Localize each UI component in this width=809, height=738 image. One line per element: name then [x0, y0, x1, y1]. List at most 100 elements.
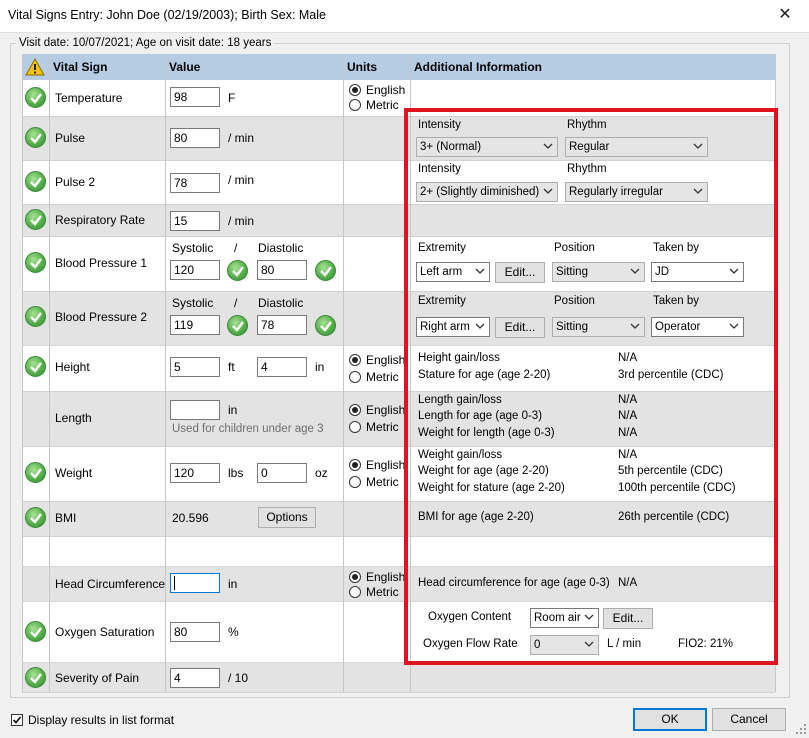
length-metric-radio[interactable] — [349, 421, 361, 433]
temperature-metric-radio[interactable] — [349, 99, 361, 111]
length-input[interactable] — [170, 400, 220, 420]
english-label: English — [366, 83, 406, 97]
column-header-additional: Additional Information — [410, 54, 775, 80]
metric-label: Metric — [366, 585, 399, 599]
oxygen-unit: % — [228, 625, 239, 639]
length-hint: Used for children under age 3 — [172, 423, 324, 435]
bp2-diastolic-input[interactable]: 78 — [257, 315, 307, 335]
bp1-slash: / — [234, 241, 238, 255]
height-in-unit: in — [315, 360, 325, 374]
label-pulse2: Pulse 2 — [55, 175, 96, 189]
check-icon — [25, 127, 46, 148]
temperature-english-radio[interactable] — [349, 84, 361, 96]
weight-oz-input[interactable]: 0 — [257, 463, 307, 483]
checkmark-icon — [12, 716, 22, 724]
height-ft-input[interactable]: 5 — [170, 357, 220, 377]
check-icon — [227, 315, 248, 336]
head-metric-radio[interactable] — [349, 586, 361, 598]
check-icon — [315, 260, 336, 281]
label-weight: Weight — [55, 466, 93, 480]
pulse-input[interactable]: 80 — [170, 128, 220, 148]
column-header-value: Value — [165, 54, 343, 80]
metric-label: Metric — [366, 370, 399, 384]
weight-lbs-unit: lbs — [228, 466, 244, 480]
label-respiratory: Respiratory Rate — [55, 213, 146, 227]
resize-grip-icon[interactable] — [795, 723, 807, 735]
metric-label: Metric — [366, 420, 399, 434]
head-english-radio[interactable] — [349, 571, 361, 583]
respiratory-unit: / min — [228, 214, 255, 228]
oxygen-saturation-input[interactable]: 80 — [170, 622, 220, 642]
label-bp1: Blood Pressure 1 — [55, 256, 148, 270]
highlight-box — [404, 108, 778, 665]
visit-info: Visit date: 10/07/2021; Age on visit dat… — [16, 37, 275, 49]
label-oxygen: Oxygen Saturation — [55, 625, 155, 639]
pain-input[interactable]: 4 — [170, 668, 220, 688]
warning-icon — [25, 58, 45, 76]
height-ft-unit: ft — [228, 360, 235, 374]
english-label: English — [366, 353, 406, 367]
bmi-options-button[interactable]: Options — [258, 507, 316, 528]
check-icon — [25, 356, 46, 377]
head-unit: in — [228, 577, 238, 591]
weight-lbs-input[interactable]: 120 — [170, 463, 220, 483]
metric-label: Metric — [366, 475, 399, 489]
check-icon — [25, 87, 46, 108]
weight-metric-radio[interactable] — [349, 476, 361, 488]
height-metric-radio[interactable] — [349, 371, 361, 383]
english-label: English — [366, 403, 406, 417]
window-title: Vital Signs Entry: John Doe (02/19/2003)… — [8, 8, 326, 22]
weight-english-radio[interactable] — [349, 459, 361, 471]
bp1-diastolic-label: Diastolic — [258, 241, 304, 255]
check-icon — [25, 306, 46, 327]
pulse2-unit: / min — [228, 173, 255, 187]
weight-oz-unit: oz — [315, 466, 328, 480]
bp2-slash: / — [234, 296, 238, 310]
pain-unit: / 10 — [228, 671, 249, 685]
head-circumference-input[interactable] — [170, 573, 220, 593]
warning-header — [22, 54, 49, 80]
check-icon — [25, 507, 46, 528]
label-length: Length — [55, 411, 92, 425]
length-english-radio[interactable] — [349, 404, 361, 416]
check-icon — [25, 621, 46, 642]
label-pulse: Pulse — [55, 131, 86, 145]
bp2-diastolic-label: Diastolic — [258, 296, 304, 310]
bmi-value: 20.596 — [172, 511, 209, 525]
pulse-unit: / min — [228, 131, 255, 145]
text-cursor — [174, 576, 175, 590]
list-format-label: Display results in list format — [28, 713, 175, 727]
label-height: Height — [55, 360, 90, 374]
cancel-button[interactable]: Cancel — [712, 708, 786, 731]
respiratory-input[interactable]: 15 — [170, 211, 220, 231]
pulse2-input[interactable]: 78 — [170, 173, 220, 193]
check-icon — [25, 171, 46, 192]
bp2-systolic-label: Systolic — [172, 296, 214, 310]
english-label: English — [366, 570, 406, 584]
ok-button[interactable]: OK — [633, 708, 707, 731]
label-head: Head Circumference — [55, 577, 166, 591]
close-icon[interactable]: ✕ — [774, 5, 796, 25]
list-format-checkbox[interactable] — [11, 714, 23, 726]
label-pain: Severity of Pain — [55, 671, 140, 685]
column-header-vital-sign: Vital Sign — [49, 54, 165, 80]
height-english-radio[interactable] — [349, 354, 361, 366]
check-icon — [315, 315, 336, 336]
check-icon — [25, 462, 46, 483]
metric-label: Metric — [366, 98, 399, 112]
temperature-input[interactable]: 98 — [170, 87, 220, 107]
bp1-diastolic-input[interactable]: 80 — [257, 260, 307, 280]
label-bp2: Blood Pressure 2 — [55, 310, 148, 324]
column-header-units: Units — [343, 54, 410, 80]
check-icon — [25, 209, 46, 230]
label-temperature: Temperature — [55, 91, 123, 105]
check-icon — [25, 667, 46, 688]
bp1-systolic-label: Systolic — [172, 241, 214, 255]
english-label: English — [366, 458, 406, 472]
check-icon — [227, 260, 248, 281]
bp1-systolic-input[interactable]: 120 — [170, 260, 220, 280]
temperature-unit: F — [228, 91, 236, 105]
bp2-systolic-input[interactable]: 119 — [170, 315, 220, 335]
height-in-input[interactable]: 4 — [257, 357, 307, 377]
label-bmi: BMI — [55, 511, 77, 525]
